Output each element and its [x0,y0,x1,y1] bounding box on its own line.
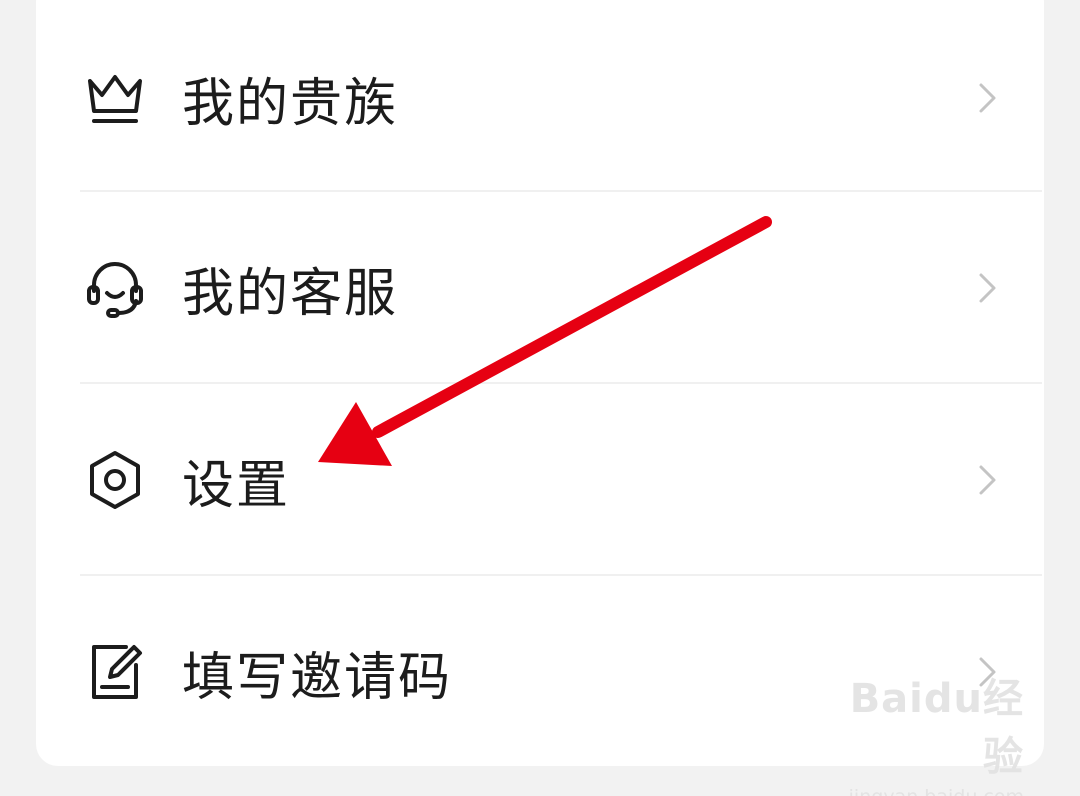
menu-item-label: 设置 [182,455,291,516]
menu-item-label: 我的客服 [182,263,399,324]
chevron-right-icon [972,652,1002,692]
menu-item-noble[interactable]: 我的贵族 [80,38,1042,158]
menu-item-label: 填写邀请码 [182,647,453,708]
menu-item-settings[interactable]: 设置 [80,420,1042,540]
screen: 我的贵族 我的客服 设置 填写邀请码 Baidu经验 [0,0,1080,796]
divider [80,574,1042,576]
chevron-right-icon [972,460,1002,500]
chevron-right-icon [972,78,1002,118]
crown-icon [80,63,150,133]
watermark-url: jingyan.baidu.com [824,786,1024,796]
menu-item-invite-code[interactable]: 填写邀请码 [80,612,1042,732]
menu-item-customer-service[interactable]: 我的客服 [80,228,1042,348]
settings-hexagon-icon [80,445,150,515]
divider [80,382,1042,384]
headset-icon [80,253,150,323]
menu-item-label: 我的贵族 [182,73,399,134]
edit-note-icon [80,637,150,707]
chevron-right-icon [972,268,1002,308]
divider [80,190,1042,192]
